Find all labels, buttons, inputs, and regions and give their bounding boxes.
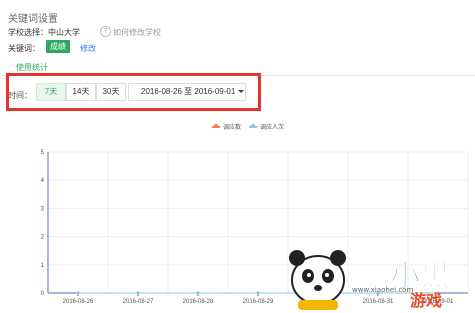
question-icon: ? [100, 26, 111, 37]
y-tick-label: 0 [41, 291, 45, 297]
svg-text:游戏: 游戏 [410, 291, 442, 310]
page-title: 关键词设置 [8, 14, 58, 25]
y-tick-label: 2 [41, 235, 45, 241]
legend-label-2: 调应人次 [260, 125, 285, 131]
y-tick-label: 1 [41, 263, 45, 269]
data-point-series-2 [136, 291, 140, 295]
legend-item-series-2[interactable]: 调应人次 [249, 122, 284, 131]
watermark-logo: 小黑 游戏 www.xiaohei.com [289, 250, 451, 310]
edit-keyword-link[interactable]: 修改 [80, 43, 96, 54]
x-tick-label: 2016-08-28 [183, 299, 214, 305]
legend-swatch-2 [249, 124, 257, 129]
highlight-box [6, 73, 261, 111]
panda-mascot-icon [289, 250, 346, 310]
data-point-series-2 [256, 291, 260, 295]
legend-item-series-1[interactable]: 调应数 [212, 122, 241, 131]
school-value: 中山大学 [48, 28, 80, 37]
keyword-label: 关键词： [8, 44, 40, 53]
y-tick-label: 5 [41, 150, 45, 156]
x-tick-label: 2016-08-26 [63, 299, 94, 305]
data-point-series-2 [76, 291, 80, 295]
tab-usage-stats[interactable]: 使用统计 [16, 62, 48, 73]
keyword-tag: 成绩 [46, 40, 70, 53]
svg-text:www.xiaohei.com: www.xiaohei.com [352, 286, 413, 294]
legend-swatch-1 [212, 124, 220, 129]
x-tick-label: 2016-08-29 [243, 299, 274, 305]
y-tick-label: 4 [41, 178, 45, 184]
school-label: 学校选择： [8, 28, 48, 37]
data-point-series-2 [196, 291, 200, 295]
legend-label-1: 调应数 [223, 125, 242, 131]
x-tick-label: 2016-08-27 [123, 299, 154, 305]
change-school-link[interactable]: 如何修改学校 [113, 27, 161, 38]
y-tick-label: 3 [41, 206, 45, 212]
